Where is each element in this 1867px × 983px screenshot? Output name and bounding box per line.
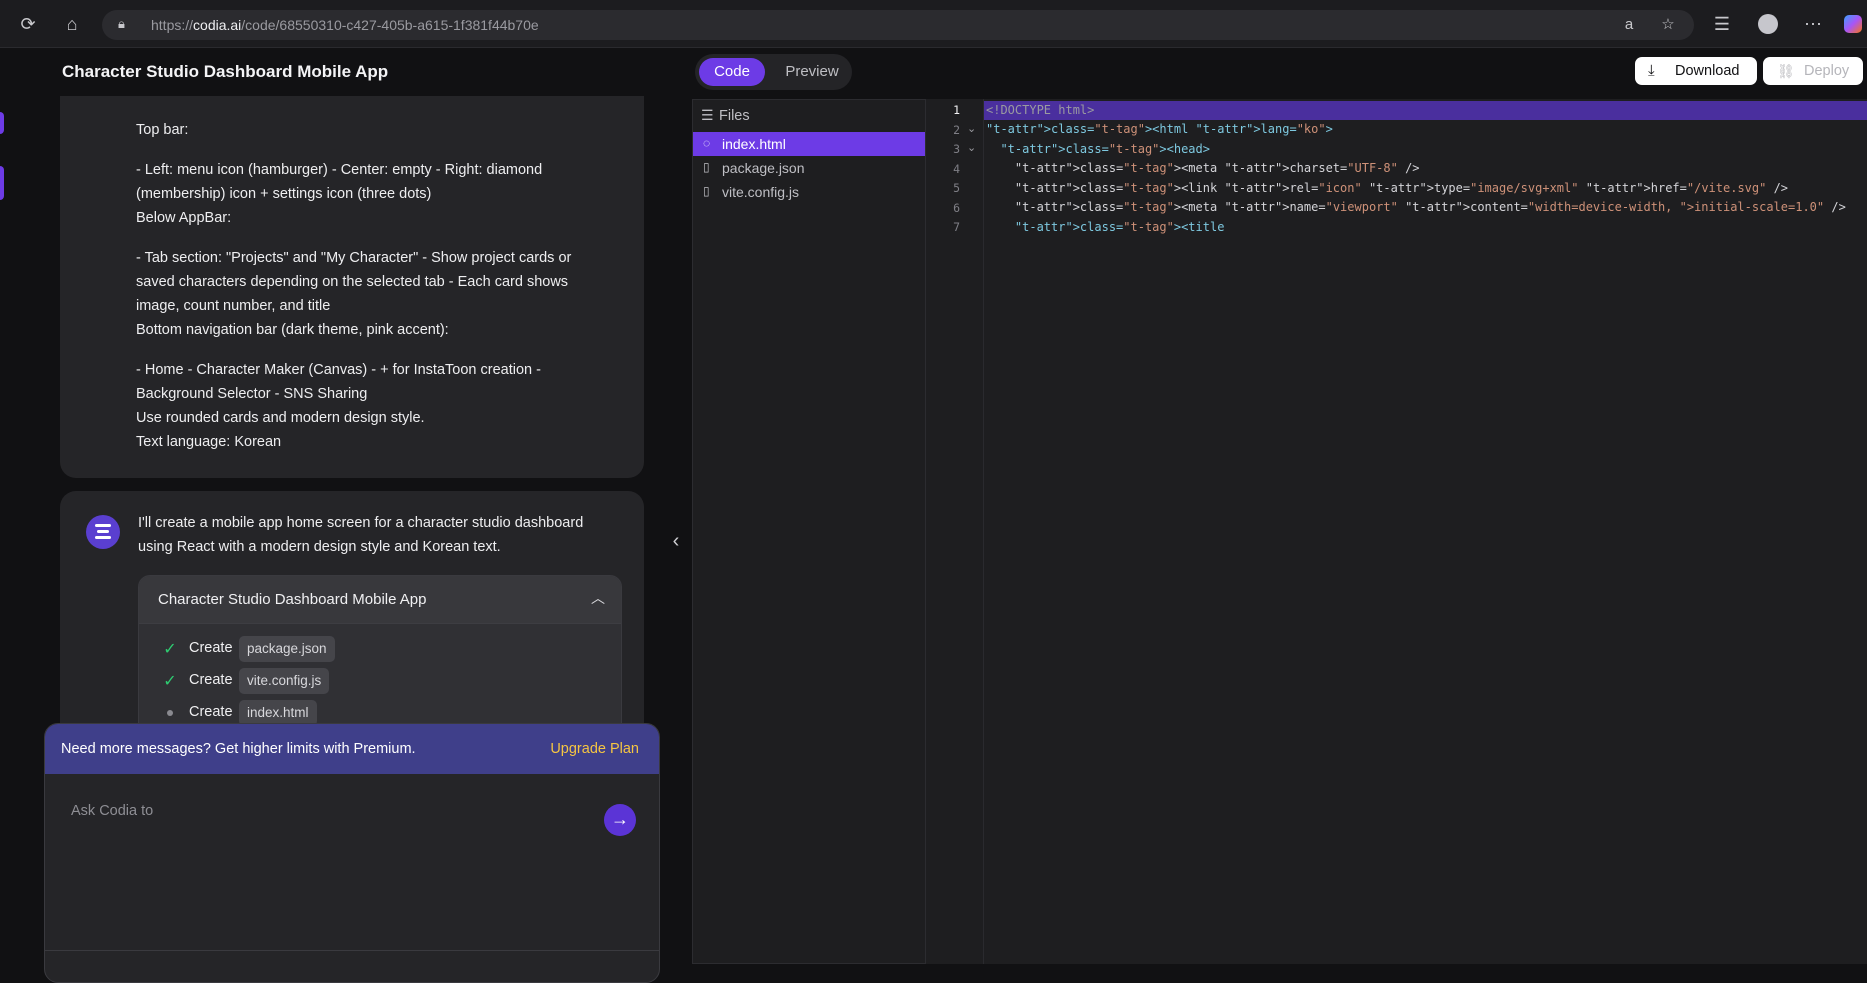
url-text[interactable]: https://codia.ai/code/68550310-c427-405b… — [151, 17, 539, 33]
step-verb: Create — [189, 672, 233, 688]
line-number: 4 — [953, 162, 960, 176]
download-label: Download — [1675, 63, 1740, 79]
send-button[interactable]: → — [604, 804, 636, 836]
step-verb: Create — [189, 640, 233, 656]
code-line[interactable]: "t-attr">class="t-tag"><title — [986, 218, 1225, 237]
artifact-header[interactable]: Character Studio Dashboard Mobile App ︿ — [139, 576, 621, 624]
user-message-line: Bottom navigation bar (dark theme, pink … — [136, 322, 449, 338]
rail-indicator[interactable] — [0, 112, 4, 134]
file-item-vite-config[interactable]: ▯ vite.config.js — [693, 180, 925, 204]
code-line[interactable]: "t-attr">class="t-tag"><html "t-attr">la… — [986, 120, 1333, 139]
code-panel: Code Preview ⤓ Download ⛓ Deploy ☰ Files… — [690, 48, 1867, 964]
upgrade-plan-link[interactable]: Upgrade Plan — [550, 741, 639, 757]
left-rail — [0, 48, 8, 964]
line-number: 2 — [953, 123, 960, 137]
prompt-divider — [45, 950, 659, 951]
download-icon: ⤓ — [1648, 62, 1655, 79]
user-message-line: - Home - Character Maker (Canvas) - + fo… — [136, 362, 541, 402]
user-message-line: - Tab section: "Projects" and "My Charac… — [136, 250, 572, 314]
prompt-composer: Need more messages? Get higher limits wi… — [44, 723, 660, 983]
line-number: 6 — [953, 201, 960, 215]
code-line[interactable]: "t-attr">class="t-tag"><meta "t-attr">ch… — [986, 159, 1420, 178]
user-message-line: Text language: Korean — [136, 434, 282, 450]
current-line-highlight — [984, 101, 1867, 120]
files-header-label: Files — [719, 108, 750, 124]
step-verb: Create — [189, 704, 233, 720]
collapse-panel-button[interactable]: ‹ — [666, 528, 686, 554]
premium-banner: Need more messages? Get higher limits wi… — [45, 724, 659, 774]
rail-active-indicator[interactable] — [0, 166, 4, 200]
line-number: 5 — [953, 181, 960, 195]
address-bar[interactable]: 🔒︎ https://codia.ai/code/68550310-c427-4… — [102, 10, 1694, 40]
artifact-title: Character Studio Dashboard Mobile App — [158, 591, 427, 608]
premium-banner-text: Need more messages? Get higher limits wi… — [61, 741, 416, 757]
file-icon: ▯ — [703, 184, 710, 198]
user-message-line: Use rounded cards and modern design styl… — [136, 410, 425, 426]
code-editor[interactable]: 1 2 ⌄ 3 ⌄ 4 5 6 7 <!DOCTYPE html> "t-att… — [926, 99, 1867, 964]
tab-preview[interactable]: Preview — [779, 58, 845, 86]
read-aloud-icon[interactable]: a — [1619, 15, 1639, 35]
check-icon: ✓ — [163, 641, 177, 658]
code-line[interactable]: "t-attr">class="t-tag"><head> — [986, 140, 1210, 159]
file-name: package.json — [722, 160, 805, 176]
favorites-icon[interactable]: ☰ — [1710, 12, 1734, 36]
step-file-chip[interactable]: vite.config.js — [239, 668, 330, 694]
lock-icon[interactable]: 🔒︎ — [118, 16, 134, 34]
pending-dot-icon — [167, 710, 173, 716]
loading-spinner-icon: ◌ — [703, 136, 711, 150]
view-toggle: Code Preview — [695, 54, 852, 90]
user-message-line: Top bar: — [136, 122, 189, 138]
line-number: 3 — [953, 142, 960, 156]
chevron-left-icon: ‹ — [672, 530, 680, 552]
file-tree: ☰ Files ◌ index.html ▯ package.json ▯ vi… — [692, 99, 926, 964]
file-name: vite.config.js — [722, 184, 800, 200]
code-line[interactable]: "t-attr">class="t-tag"><meta "t-attr">na… — [986, 198, 1846, 217]
download-button[interactable]: ⤓ Download — [1635, 57, 1757, 85]
file-icon: ▯ — [703, 160, 710, 174]
file-item-package-json[interactable]: ▯ package.json — [693, 156, 925, 180]
browser-toolbar: ⟳ ⌂ 🔒︎ https://codia.ai/code/68550310-c4… — [0, 0, 1867, 48]
fold-chevron-icon[interactable]: ⌄ — [967, 122, 976, 135]
copilot-icon[interactable] — [1841, 12, 1865, 36]
code-line[interactable]: "t-attr">class="t-tag"><link "t-attr">re… — [986, 179, 1788, 198]
user-message-line: Below AppBar: — [136, 210, 232, 226]
file-name: index.html — [722, 136, 786, 152]
tab-code[interactable]: Code — [699, 58, 765, 86]
user-message-line: - Left: menu icon (hamburger) - Center: … — [136, 162, 543, 202]
file-item-index-html[interactable]: ◌ index.html — [693, 132, 925, 156]
chevron-up-icon[interactable]: ︿ — [591, 588, 605, 608]
profile-avatar-icon[interactable] — [1756, 12, 1780, 36]
favorite-star-icon[interactable]: ☆ — [1658, 15, 1678, 35]
page-title: Character Studio Dashboard Mobile App — [62, 62, 389, 81]
user-message-card: Top bar: - Left: menu icon (hamburger) -… — [60, 96, 644, 478]
deploy-button[interactable]: ⛓ Deploy — [1763, 57, 1863, 85]
code-line[interactable]: <!DOCTYPE html> — [986, 101, 1094, 120]
editor-gutter: 1 2 ⌄ 3 ⌄ 4 5 6 7 — [926, 99, 984, 964]
link-icon: ⛓ — [1777, 63, 1795, 79]
prompt-input[interactable]: Ask Codia to — [71, 803, 571, 819]
deploy-label: Deploy — [1804, 63, 1850, 79]
more-options-icon[interactable]: ⋯ — [1801, 12, 1825, 36]
codia-avatar-icon — [86, 515, 120, 549]
check-icon: ✓ — [163, 673, 177, 690]
artifact-card[interactable]: Character Studio Dashboard Mobile App ︿ … — [138, 575, 622, 735]
list-icon: ☰ — [701, 107, 714, 123]
ai-message-text: I'll create a mobile app home screen for… — [138, 515, 584, 555]
home-icon[interactable]: ⌂ — [60, 12, 84, 36]
app-header: Character Studio Dashboard Mobile App — [8, 48, 690, 96]
reload-icon[interactable]: ⟳ — [16, 12, 40, 36]
step-file-chip[interactable]: package.json — [239, 636, 335, 662]
line-number: 1 — [953, 103, 960, 117]
fold-chevron-icon[interactable]: ⌄ — [967, 141, 976, 154]
arrow-right-icon: → — [611, 809, 629, 829]
line-number: 7 — [953, 220, 960, 234]
